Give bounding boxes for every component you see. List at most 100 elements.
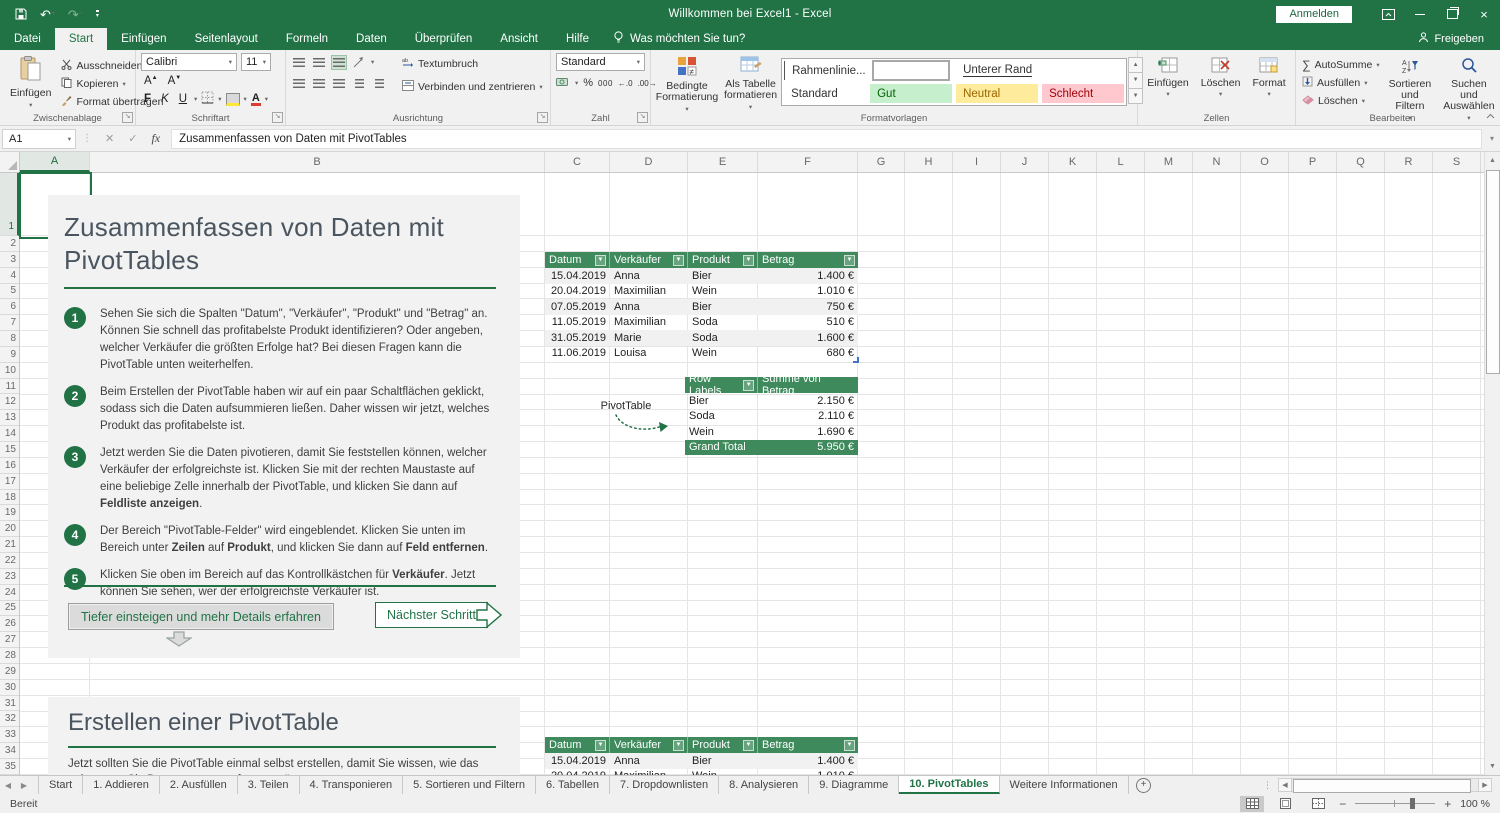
cell[interactable]: 680 € <box>758 346 858 362</box>
sheet-tab-9-diagramme[interactable]: 9. Diagramme <box>809 776 899 794</box>
cell[interactable]: Marie <box>610 330 688 346</box>
cell-style-blank[interactable] <box>872 60 950 81</box>
column-header-G[interactable]: G <box>858 152 905 172</box>
sheet-tab-5-sortieren-und-filtern[interactable]: 5. Sortieren und Filtern <box>403 776 536 794</box>
scroll-down-icon[interactable]: ▼ <box>1485 758 1500 775</box>
undo-button[interactable]: ↶▾ <box>40 8 55 21</box>
bold-button[interactable]: F <box>141 93 154 105</box>
customize-qat-button[interactable]: ▾ <box>96 10 99 19</box>
share-button[interactable]: Freigeben <box>1418 28 1500 50</box>
row-header-18[interactable]: 18 <box>0 490 19 506</box>
sheet-nav-left-icon[interactable]: ◀ <box>0 776 16 794</box>
restore-button[interactable] <box>1436 0 1468 28</box>
sheet-tab-8-analysieren[interactable]: 8. Analysieren <box>719 776 809 794</box>
table-header-produkt[interactable]: Produkt▼ <box>688 737 758 753</box>
tab-split-handle[interactable]: ⋮ <box>1257 780 1278 791</box>
column-header-D[interactable]: D <box>610 152 688 172</box>
row-header-24[interactable]: 24 <box>0 585 19 601</box>
format-cells-button[interactable]: Format▾ <box>1246 53 1291 110</box>
row-header-8[interactable]: 8 <box>0 331 19 347</box>
borders-button[interactable] <box>201 91 214 107</box>
save-icon[interactable] <box>15 8 27 20</box>
column-header-O[interactable]: O <box>1241 152 1289 172</box>
row-header-11[interactable]: 11 <box>0 379 19 395</box>
row-header-23[interactable]: 23 <box>0 569 19 585</box>
row-header-29[interactable]: 29 <box>0 664 19 680</box>
zoom-slider-thumb[interactable] <box>1410 798 1415 809</box>
vertical-scroll-thumb[interactable] <box>1486 170 1500 374</box>
tab-ansicht[interactable]: Ansicht <box>486 28 552 50</box>
hscroll-left-icon[interactable]: ◀ <box>1278 778 1292 792</box>
align-middle-icon[interactable] <box>311 55 327 70</box>
cell[interactable]: Anna <box>610 753 688 769</box>
align-center-icon[interactable] <box>311 76 327 91</box>
cell[interactable]: Maximilian <box>610 315 688 331</box>
align-right-icon[interactable] <box>331 76 347 91</box>
row-header-30[interactable]: 30 <box>0 680 19 696</box>
zoom-slider[interactable] <box>1355 803 1435 804</box>
formula-input[interactable]: Zusammenfassen von Daten mit PivotTables <box>171 129 1482 149</box>
details-button[interactable]: Tiefer einsteigen und mehr Details erfah… <box>68 603 334 630</box>
sheet-tab-start[interactable]: Start <box>39 776 83 794</box>
sheet-tab-10-pivottables[interactable]: 10. PivotTables <box>899 776 999 794</box>
sheet-tab-weitere-informationen[interactable]: Weitere Informationen <box>1000 776 1129 794</box>
row-header-13[interactable]: 13 <box>0 410 19 426</box>
column-header-P[interactable]: P <box>1289 152 1337 172</box>
table-header-verk-ufer[interactable]: Verkäufer▼ <box>610 252 688 268</box>
cell[interactable]: 510 € <box>758 315 858 331</box>
column-header-K[interactable]: K <box>1049 152 1097 172</box>
collapse-ribbon-button[interactable] <box>1486 110 1495 122</box>
underline-button[interactable]: U <box>176 93 190 105</box>
tab-hilfe[interactable]: Hilfe <box>552 28 603 50</box>
minimize-button[interactable] <box>1404 0 1436 28</box>
cell[interactable]: Soda <box>685 409 758 425</box>
accounting-format-icon[interactable] <box>556 77 570 90</box>
row-header-34[interactable]: 34 <box>0 743 19 759</box>
zoom-out-button[interactable]: − <box>1339 797 1346 811</box>
paste-button[interactable]: Einfügen ▾ <box>3 53 58 115</box>
delete-cells-button[interactable]: Löschen▾ <box>1195 53 1247 110</box>
cell[interactable]: 750 € <box>758 299 858 315</box>
row-header-21[interactable]: 21 <box>0 537 19 553</box>
cell[interactable]: Bier <box>688 753 758 769</box>
column-header-J[interactable]: J <box>1001 152 1049 172</box>
table-header-row-labels[interactable]: Row Labels▼ <box>685 377 758 393</box>
normal-view-button[interactable] <box>1240 796 1264 812</box>
find-select-button[interactable]: Suchen und Auswählen▾ <box>1437 53 1500 110</box>
zoom-in-button[interactable]: + <box>1444 797 1451 811</box>
row-header-16[interactable]: 16 <box>0 458 19 474</box>
cell[interactable]: 2.150 € <box>758 393 858 409</box>
vertical-scrollbar[interactable]: ▲ ▼ <box>1484 152 1500 775</box>
row-header-20[interactable]: 20 <box>0 521 19 537</box>
scroll-up-icon[interactable]: ▲ <box>1485 152 1500 169</box>
cell[interactable]: Bier <box>688 299 758 315</box>
cell[interactable]: Soda <box>688 315 758 331</box>
clear-button[interactable]: Löschen▾ <box>1299 93 1383 110</box>
namebox-splitter[interactable]: ⋮ <box>76 133 98 144</box>
column-header-H[interactable]: H <box>905 152 953 172</box>
select-all-corner[interactable] <box>0 152 20 173</box>
row-header-6[interactable]: 6 <box>0 299 19 315</box>
sign-in-button[interactable]: Anmelden <box>1276 6 1352 23</box>
sheet-tab-6-tabellen[interactable]: 6. Tabellen <box>536 776 610 794</box>
shrink-font-button[interactable]: A▼ <box>165 75 185 87</box>
column-header-L[interactable]: L <box>1097 152 1145 172</box>
font-color-button[interactable]: A <box>251 93 261 106</box>
tab-daten[interactable]: Daten <box>342 28 401 50</box>
row-header-15[interactable]: 15 <box>0 442 19 458</box>
cell[interactable]: 20.04.2019 <box>545 284 610 300</box>
page-layout-view-button[interactable] <box>1273 796 1297 812</box>
cell-style-neutral[interactable]: Neutral <box>956 84 1038 103</box>
font-name-select[interactable]: Calibri▾ <box>141 53 237 71</box>
filter-dropdown-icon[interactable]: ▼ <box>844 740 855 751</box>
cell[interactable]: Anna <box>610 268 688 284</box>
tab-seitenlayout[interactable]: Seitenlayout <box>181 28 272 50</box>
filter-dropdown-icon[interactable]: ▼ <box>743 380 754 391</box>
font-size-select[interactable]: 11▾ <box>241 53 271 71</box>
table-header-datum[interactable]: Datum▼ <box>545 252 610 268</box>
format-as-table-button[interactable]: Als Tabelle formatieren ▾ <box>722 53 779 115</box>
cell[interactable]: Maximilian <box>610 284 688 300</box>
next-step-button[interactable]: Nächster Schritt <box>375 602 488 628</box>
cell[interactable]: Wein <box>688 346 758 362</box>
percent-style-icon[interactable]: % <box>583 77 593 89</box>
